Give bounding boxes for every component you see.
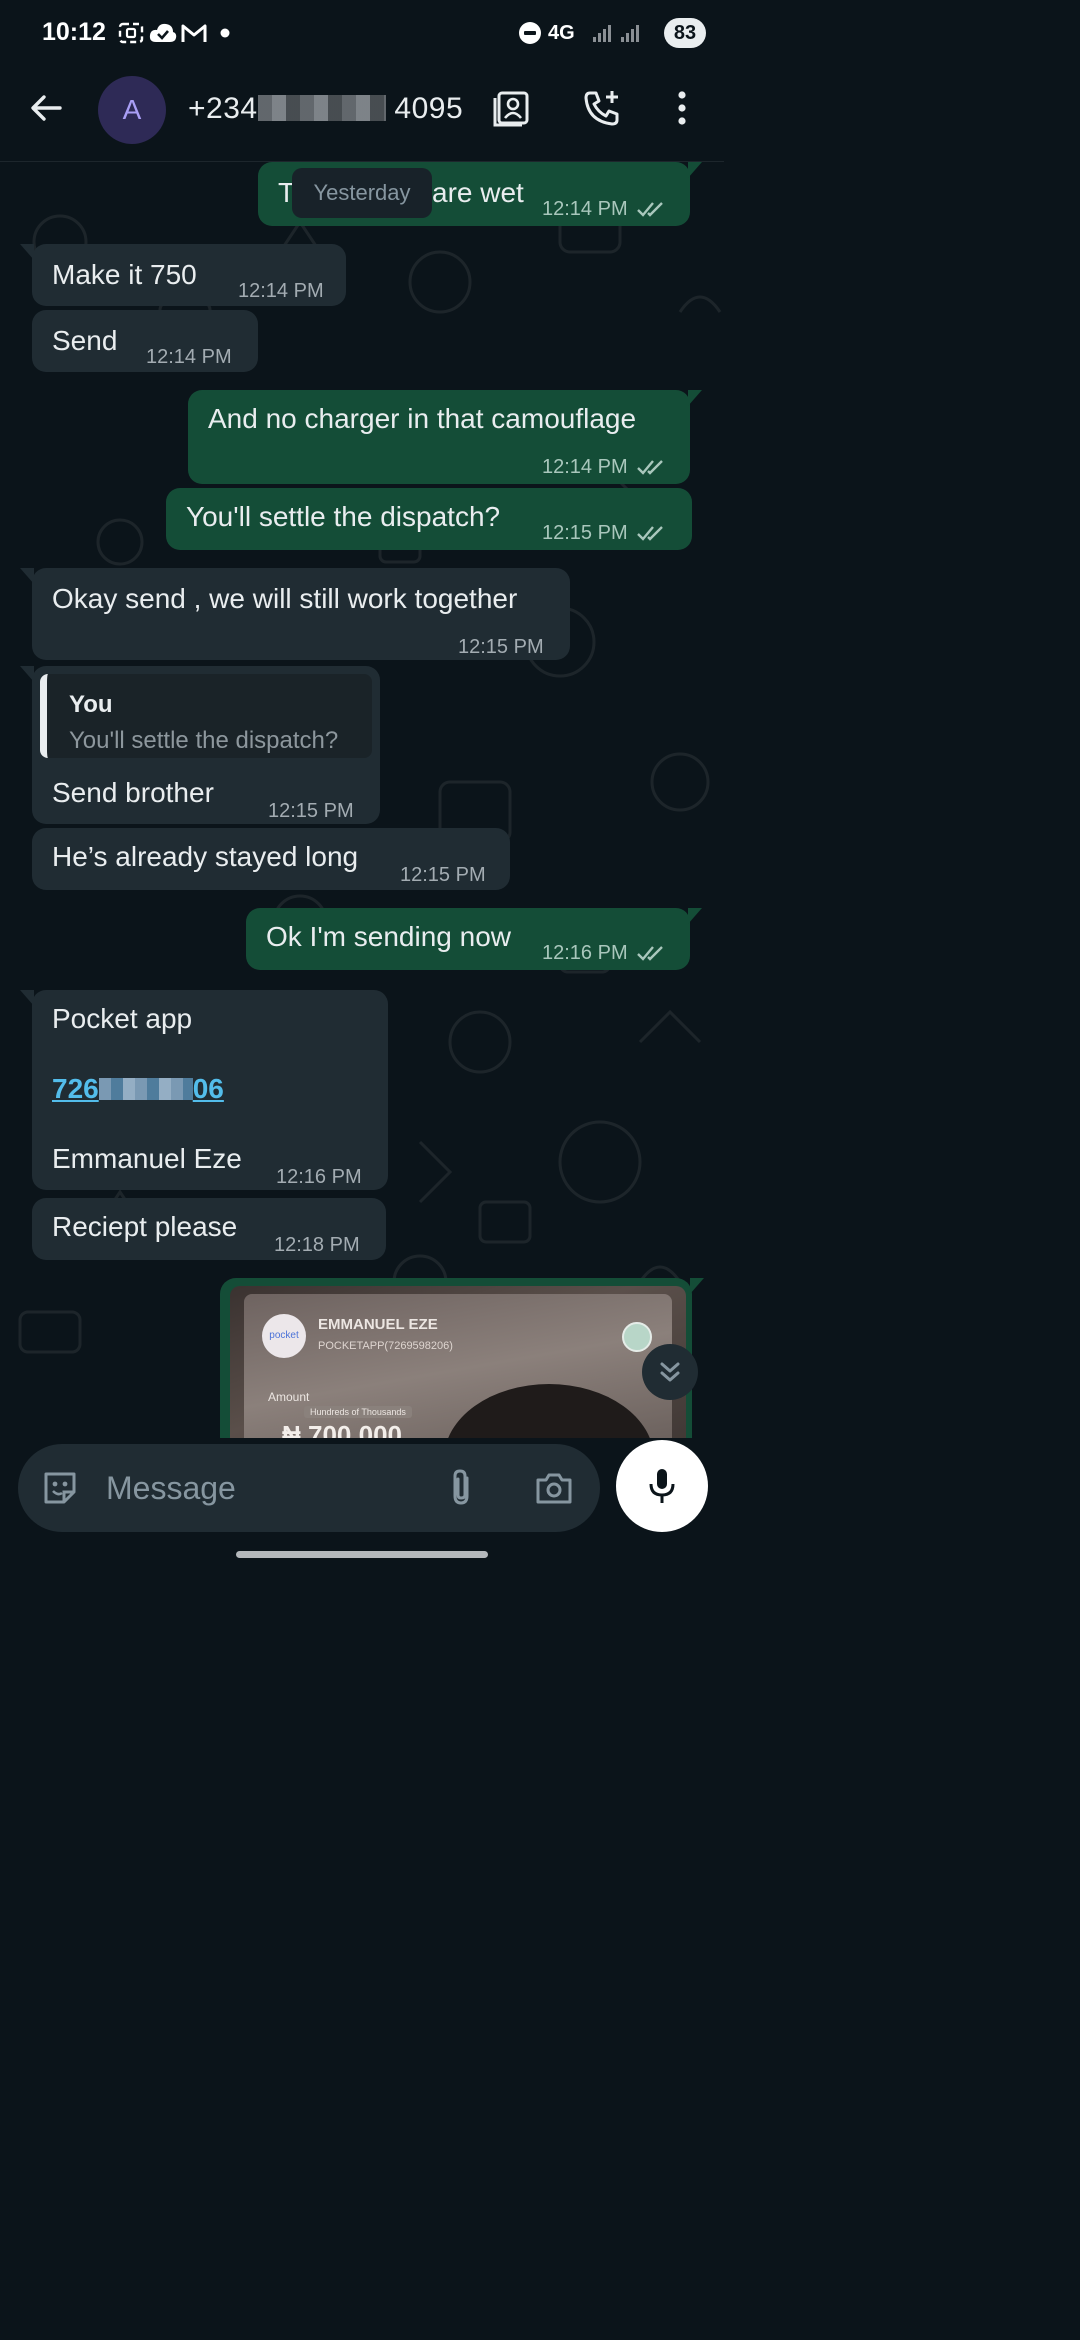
network-type: 4G	[548, 21, 575, 44]
receipt-image[interactable]: pocket EMMANUEL EZE POCKETAPP(7269598206…	[230, 1286, 686, 1438]
do-not-disturb-icon	[518, 20, 542, 46]
contact-card-button[interactable]	[490, 86, 534, 130]
sticker-icon	[44, 1472, 76, 1504]
message-text: Ok I'm sending now	[266, 921, 512, 952]
message-text: You'll settle the dispatch?	[186, 501, 501, 532]
quote-text: You'll settle the dispatch?	[69, 727, 339, 754]
message-time: 12:14 PM	[146, 346, 232, 368]
back-arrow-icon	[31, 95, 62, 121]
chat-header: A +234 4095	[0, 66, 724, 162]
message-time: 12:15 PM	[268, 800, 354, 822]
receipt-amount-label: Amount	[268, 1390, 310, 1404]
pocket-logo: pocket	[262, 1314, 306, 1358]
back-button[interactable]	[26, 88, 66, 128]
message-time: 12:18 PM	[274, 1234, 360, 1256]
quote-author: You	[69, 691, 113, 718]
notification-dot-icon	[220, 20, 230, 46]
message-incoming[interactable]: Okay send , we will still work together …	[20, 568, 570, 660]
message-incoming[interactable]: He’s already stayed long 12:15 PM	[32, 828, 510, 890]
read-ticks-icon	[636, 526, 663, 541]
message-text-end: are wet	[432, 177, 524, 208]
account-number-link[interactable]: 726 06	[52, 1072, 224, 1106]
receipt-shadow	[444, 1384, 654, 1438]
paperclip-icon	[453, 1469, 469, 1505]
message-outgoing[interactable]: And no charger in that camouflage 12:14 …	[188, 390, 702, 484]
more-vertical-icon	[678, 91, 686, 125]
voice-record-button[interactable]	[616, 1440, 708, 1532]
home-indicator[interactable]	[236, 1551, 488, 1558]
composer-bar	[0, 1438, 724, 1568]
cloud-check-icon	[148, 20, 178, 46]
read-ticks-icon	[636, 202, 663, 217]
message-input[interactable]	[106, 1466, 426, 1510]
contact-suffix: 4095	[394, 92, 464, 125]
add-call-icon	[584, 91, 619, 126]
read-ticks-icon	[636, 946, 663, 961]
message-text: Okay send , we will still work together	[52, 583, 518, 614]
message-outgoing[interactable]: You'll settle the dispatch? 12:15 PM	[166, 488, 692, 550]
message-text: Send	[52, 325, 118, 356]
receipt-screen: pocket EMMANUEL EZE POCKETAPP(7269598206…	[244, 1294, 672, 1438]
message-incoming[interactable]: Reciept please 12:18 PM	[32, 1198, 386, 1260]
double-chevron-down-icon	[660, 1362, 680, 1382]
receipt-button-dot	[622, 1322, 652, 1352]
attach-button[interactable]	[442, 1468, 482, 1508]
message-time: 12:14 PM	[542, 192, 666, 226]
contact-name[interactable]: +234 4095	[188, 92, 463, 126]
add-call-button[interactable]	[580, 86, 624, 130]
message-time: 12:16 PM	[276, 1166, 362, 1188]
message-text: Reciept please	[52, 1211, 238, 1242]
contact-avatar[interactable]: A	[98, 76, 166, 144]
screenshot-icon	[118, 20, 144, 46]
message-incoming[interactable]: Pocket app 726 06 Emmanuel Eze 12:16 PM	[20, 990, 388, 1190]
message-time: 12:16 PM	[542, 936, 666, 970]
gmail-icon	[180, 20, 208, 46]
scroll-to-bottom-button[interactable]	[642, 1344, 698, 1400]
status-time: 10:12	[42, 18, 106, 46]
message-incoming-reply[interactable]: You You'll settle the dispatch? Send bro…	[20, 666, 380, 824]
message-line-3: Emmanuel Eze	[52, 1143, 242, 1174]
contact-card-icon	[493, 91, 529, 127]
message-text: He’s already stayed long	[52, 841, 359, 872]
quoted-message[interactable]: You You'll settle the dispatch?	[40, 674, 372, 758]
message-time: 12:15 PM	[458, 636, 544, 658]
more-options-button[interactable]	[660, 86, 704, 130]
receipt-amount-hint: Hundreds of Thousands	[304, 1406, 412, 1418]
sticker-button[interactable]	[40, 1468, 80, 1508]
camera-icon	[536, 1473, 572, 1504]
redacted-digits	[257, 95, 386, 121]
receipt-account: POCKETAPP(7269598206)	[318, 1340, 453, 1352]
microphone-icon	[649, 1469, 675, 1503]
message-text: Make it 750	[52, 259, 197, 290]
contact-prefix: +234	[188, 92, 258, 125]
message-text: Send brother	[52, 777, 214, 808]
read-ticks-icon	[636, 460, 663, 475]
signal-2-icon	[620, 20, 642, 46]
camera-button[interactable]	[534, 1468, 574, 1508]
receipt-amount: ₦ 700,000	[282, 1420, 402, 1438]
message-text: And no charger in that camouflage	[208, 403, 637, 434]
message-outgoing[interactable]: Ok I'm sending now 12:16 PM	[246, 908, 702, 970]
receipt-name: EMMANUEL EZE	[318, 1316, 438, 1333]
status-bar: 10:12 4G 83	[0, 0, 724, 66]
message-time: 12:14 PM	[238, 280, 324, 302]
message-line-1: Pocket app	[52, 1003, 193, 1034]
message-time: 12:15 PM	[542, 516, 666, 550]
date-chip: Yesterday	[292, 168, 432, 218]
signal-icon	[592, 20, 614, 46]
message-incoming[interactable]: Make it 750 12:14 PM	[20, 244, 346, 306]
message-incoming[interactable]: Send 12:14 PM	[32, 310, 258, 372]
chat-area[interactable]: T are wet 12:14 PM Yesterday Make it 750…	[0, 162, 724, 1438]
message-composer	[18, 1444, 600, 1532]
message-time: 12:14 PM	[542, 450, 666, 484]
redacted-account-digits	[98, 1078, 193, 1100]
battery-level: 83	[664, 18, 706, 48]
message-time: 12:15 PM	[400, 864, 486, 886]
